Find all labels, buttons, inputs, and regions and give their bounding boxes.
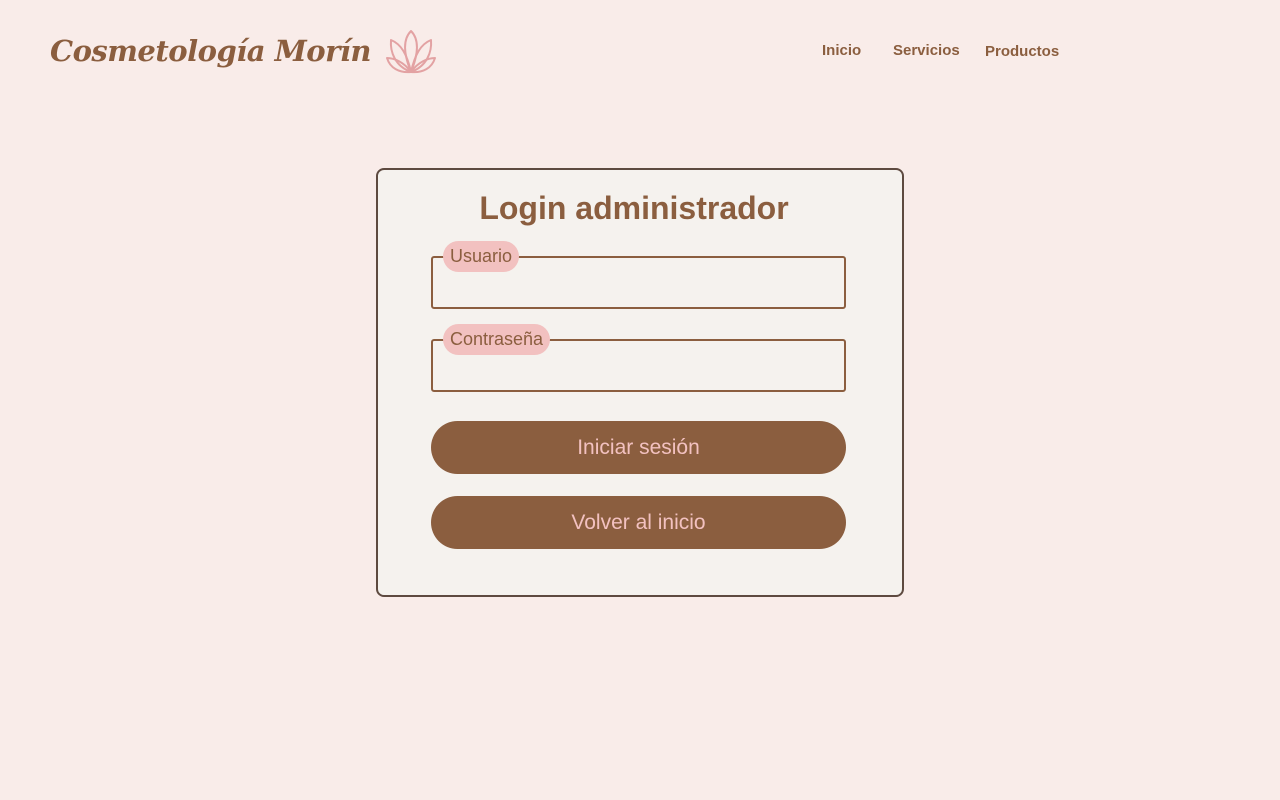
brand[interactable]: Cosmetología Morín <box>50 28 437 74</box>
nav-item-inicio[interactable]: Inicio <box>822 42 861 59</box>
username-label: Usuario <box>443 241 520 272</box>
login-button[interactable]: Iniciar sesión <box>431 421 846 474</box>
username-field: Usuario <box>431 241 846 309</box>
password-field: Contraseña <box>431 324 846 392</box>
login-card: Login administrador Usuario Contraseña I… <box>376 168 904 597</box>
nav-item-productos[interactable]: Productos <box>985 43 1059 60</box>
brand-name: Cosmetología Morín <box>50 34 372 68</box>
back-home-button[interactable]: Volver al inicio <box>431 496 846 549</box>
password-label: Contraseña <box>443 324 551 355</box>
nav-item-servicios[interactable]: Servicios <box>893 42 960 59</box>
page-title: Login administrador <box>479 190 789 226</box>
lotus-icon <box>386 30 436 74</box>
